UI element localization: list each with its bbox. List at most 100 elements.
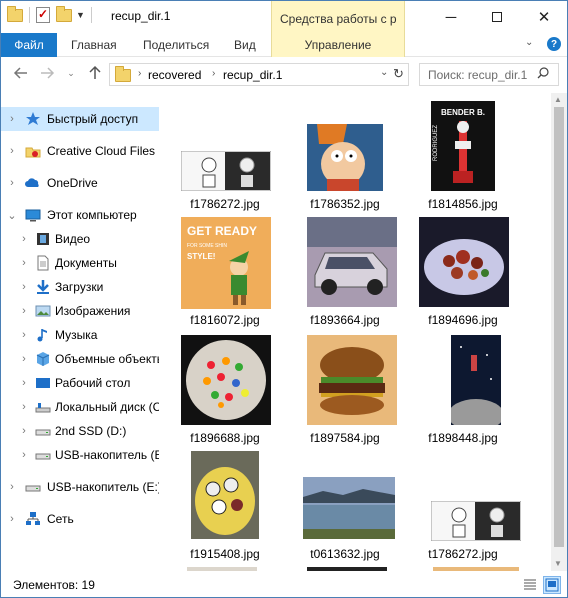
download-arrow-icon xyxy=(35,279,51,295)
address-bar[interactable]: › recovered › recup_dir.1 ⌄ ↻ xyxy=(109,63,409,86)
breadcrumb-separator-icon[interactable]: › xyxy=(138,68,141,79)
file-item[interactable]: f1786352.jpg xyxy=(289,93,401,211)
chevron-right-icon[interactable]: › xyxy=(7,177,17,189)
thumbnail-image xyxy=(307,217,397,307)
breadcrumb-recup-dir[interactable]: recup_dir.1 xyxy=(223,68,282,82)
large-icons-view-icon xyxy=(545,578,559,592)
chevron-right-icon[interactable]: › xyxy=(19,257,29,269)
scroll-down-icon[interactable]: ▼ xyxy=(554,559,562,568)
customize-toolbar-icon[interactable]: ▼ xyxy=(76,10,85,20)
nav-item-network[interactable]: › Сеть xyxy=(1,507,159,531)
nav-item-usb-root[interactable]: › USB-накопитель (E:) xyxy=(1,475,159,499)
minimize-button[interactable]: ─ xyxy=(428,1,474,33)
up-button[interactable] xyxy=(85,63,105,83)
maximize-button[interactable] xyxy=(474,1,520,33)
chevron-right-icon[interactable]: › xyxy=(19,425,29,437)
new-folder-icon[interactable] xyxy=(56,5,72,22)
chevron-right-icon[interactable]: › xyxy=(7,513,17,525)
nav-label: Этот компьютер xyxy=(47,208,137,222)
breadcrumb-separator-icon[interactable]: › xyxy=(212,68,215,79)
file-item[interactable]: BENDER B. RODRIGUEZ f1814856.jpg xyxy=(407,93,519,211)
item-count: Элементов: 19 xyxy=(13,578,95,592)
chevron-right-icon[interactable]: › xyxy=(19,305,29,317)
back-button[interactable] xyxy=(11,63,31,83)
title-bar: ▼ recup_dir.1 Средства работы с р ─ ✕ xyxy=(1,1,567,33)
search-box[interactable]: Поиск: recup_dir.1 xyxy=(419,63,559,86)
file-item[interactable]: f1897584.jpg xyxy=(289,335,401,453)
nav-item-downloads[interactable]: › Загрузки xyxy=(1,275,159,299)
nav-item-usb-drive[interactable]: › USB-накопитель (E:) xyxy=(1,443,159,467)
expand-ribbon-icon[interactable]: ⌄ xyxy=(525,37,533,48)
search-input[interactable]: Поиск: recup_dir.1 xyxy=(428,68,527,82)
chevron-right-icon[interactable]: › xyxy=(19,449,29,461)
close-button[interactable]: ✕ xyxy=(521,1,567,33)
chevron-right-icon[interactable]: › xyxy=(19,281,29,293)
tab-view[interactable]: Вид xyxy=(234,38,256,52)
nav-item-3d-objects[interactable]: › Объемные объекты xyxy=(1,347,159,371)
nav-label: Загрузки xyxy=(55,280,104,294)
nav-label: OneDrive xyxy=(47,176,98,190)
file-item[interactable]: f1894696.jpg xyxy=(407,215,519,333)
nav-item-music[interactable]: › Музыка xyxy=(1,323,159,347)
drive-icon xyxy=(35,423,51,439)
file-name: f1896688.jpg xyxy=(190,431,260,445)
tab-home[interactable]: Главная xyxy=(71,38,117,52)
nav-item-quick-access[interactable]: › Быстрый доступ xyxy=(1,107,159,131)
tab-file[interactable]: Файл xyxy=(1,33,57,57)
nav-item-ssd[interactable]: › 2nd SSD (D:) xyxy=(1,419,159,443)
file-name: f1816072.jpg xyxy=(190,313,260,327)
file-name: f1894696.jpg xyxy=(428,313,498,327)
back-arrow-icon xyxy=(13,67,27,79)
file-item[interactable]: f1896688.jpg xyxy=(169,335,281,453)
nav-item-video[interactable]: › Видео xyxy=(1,227,159,251)
folder-icon[interactable] xyxy=(7,5,23,22)
help-icon[interactable]: ? xyxy=(547,37,561,51)
thumbnail-image xyxy=(181,335,271,425)
nav-item-desktop[interactable]: › Рабочий стол xyxy=(1,371,159,395)
chevron-right-icon[interactable]: › xyxy=(19,233,29,245)
thumbnail-image: BENDER B. RODRIGUEZ xyxy=(431,101,495,191)
usb-drive-icon xyxy=(25,479,41,495)
recent-locations-button[interactable]: ⌄ xyxy=(61,63,81,83)
large-icons-view-button[interactable] xyxy=(543,576,561,594)
nav-item-local-disk[interactable]: › Локальный диск (C:) xyxy=(1,395,159,419)
status-bar: Элементов: 19 xyxy=(1,573,567,597)
chevron-right-icon[interactable]: › xyxy=(7,145,17,157)
nav-item-onedrive[interactable]: › OneDrive xyxy=(1,171,159,195)
chevron-right-icon[interactable]: › xyxy=(7,113,17,125)
file-item[interactable]: t1786272.jpg xyxy=(407,451,521,569)
toolbar-separator xyxy=(90,7,92,23)
scroll-up-icon[interactable]: ▲ xyxy=(554,95,562,104)
scrollbar-thumb[interactable] xyxy=(554,107,564,547)
partial-thumbnail xyxy=(307,567,387,571)
nav-item-creative-cloud[interactable]: › Creative Cloud Files xyxy=(1,139,159,163)
forward-button[interactable] xyxy=(37,63,57,83)
vertical-scrollbar[interactable]: ▲ ▼ xyxy=(551,93,567,571)
file-item[interactable]: f1786272.jpg xyxy=(169,93,281,211)
chevron-down-icon[interactable]: ⌄ xyxy=(7,209,17,222)
address-dropdown-icon[interactable]: ⌄ xyxy=(380,67,388,78)
chevron-right-icon[interactable]: › xyxy=(19,353,29,365)
details-view-button[interactable] xyxy=(521,576,539,594)
nav-item-this-pc[interactable]: ⌄ Этот компьютер xyxy=(1,203,159,227)
tab-share[interactable]: Поделиться xyxy=(143,38,209,52)
search-icon[interactable] xyxy=(537,67,549,79)
file-item[interactable]: f1915408.jpg xyxy=(169,451,281,569)
details-view-icon xyxy=(524,579,536,590)
chevron-right-icon[interactable]: › xyxy=(19,377,29,389)
creative-cloud-icon xyxy=(25,143,41,159)
refresh-icon[interactable]: ↻ xyxy=(393,66,404,82)
properties-icon[interactable] xyxy=(36,7,50,23)
nav-label: Видео xyxy=(55,232,91,246)
tab-manage[interactable]: Управление xyxy=(271,33,405,57)
chevron-right-icon[interactable]: › xyxy=(19,329,29,341)
chevron-right-icon[interactable]: › xyxy=(19,401,29,413)
nav-item-documents[interactable]: › Документы xyxy=(1,251,159,275)
file-item[interactable]: GET READY FOR SOME SHIN STYLE! f1816072.… xyxy=(169,215,281,333)
nav-item-images[interactable]: › Изображения xyxy=(1,299,159,323)
chevron-right-icon[interactable]: › xyxy=(7,481,17,493)
file-item[interactable]: f1893664.jpg xyxy=(289,215,401,333)
file-item[interactable]: t0613632.jpg xyxy=(289,451,401,569)
file-item[interactable]: f1898448.jpg xyxy=(407,335,519,453)
breadcrumb-recovered[interactable]: recovered xyxy=(148,68,201,82)
